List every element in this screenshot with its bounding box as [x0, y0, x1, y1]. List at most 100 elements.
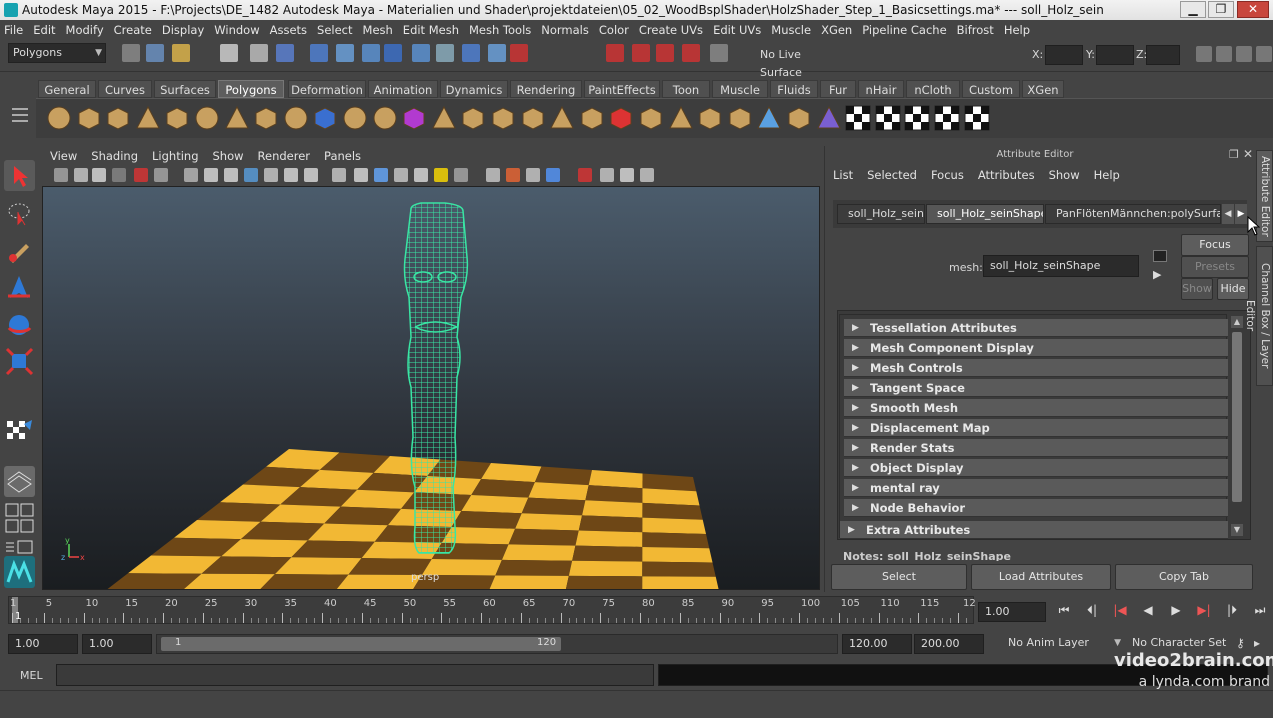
shelf-tab-general[interactable]: General — [38, 80, 96, 98]
mesh-name-field[interactable]: soll_Holz_seinShape — [983, 255, 1139, 277]
magnet-plane-icon[interactable] — [682, 44, 700, 62]
hide-button[interactable]: Hide — [1217, 278, 1249, 300]
section-node-behavior[interactable]: ▶ Node Behavior — [844, 499, 1228, 517]
viewport-tool-icon-26[interactable] — [600, 168, 614, 182]
step-forward-frame-button[interactable]: ▶| — [1194, 600, 1214, 620]
move-tool-icon[interactable] — [4, 272, 35, 303]
viewport-tool-icon-17[interactable] — [394, 168, 408, 182]
sphere-icon[interactable] — [46, 105, 72, 131]
smooth-icon[interactable] — [372, 105, 398, 131]
platonic-icon[interactable] — [401, 105, 427, 131]
section-tangent-space[interactable]: ▶ Tangent Space — [844, 379, 1228, 397]
viewport-tool-icon-25[interactable] — [578, 168, 592, 182]
soft-select-tool-icon[interactable] — [4, 466, 35, 497]
scale-tool-icon[interactable] — [4, 346, 35, 377]
sections-scrollbar[interactable]: ▲ ▼ — [1229, 316, 1245, 538]
shelf-tab-surfaces[interactable]: Surfaces — [154, 80, 216, 98]
history-icon[interactable] — [436, 44, 454, 62]
viewport-tool-icon-10[interactable] — [244, 168, 258, 182]
menu-mesh-tools[interactable]: Mesh Tools — [469, 23, 531, 37]
mel-label[interactable]: MEL — [20, 669, 43, 682]
ipr-icon[interactable] — [488, 44, 506, 62]
viewport-tool-icon-12[interactable] — [284, 168, 298, 182]
perspective-viewport[interactable]: y x z persp — [42, 186, 820, 590]
expand-arrow-icon[interactable]: ▶ — [852, 499, 859, 517]
shelf-tab-deformation[interactable]: Deformation — [288, 80, 366, 98]
paint-select-tool-icon[interactable] — [4, 236, 35, 267]
ae-menu-focus[interactable]: Focus — [931, 168, 964, 182]
shelf-tab-fur[interactable]: Fur — [820, 80, 856, 98]
step-forward-key-button[interactable]: |⏵ — [1222, 600, 1242, 620]
soccer-ball-icon[interactable] — [283, 105, 309, 131]
menu-bifrost[interactable]: Bifrost — [957, 23, 994, 37]
uv-checker-2-icon[interactable] — [875, 105, 901, 131]
viewport-menu-view[interactable]: View — [50, 149, 77, 163]
select-object-icon[interactable] — [250, 44, 268, 62]
combine-icon[interactable] — [312, 105, 338, 131]
viewport-tool-icon-7[interactable] — [184, 168, 198, 182]
step-back-key-button[interactable]: ⏴| — [1082, 600, 1102, 620]
magnet-icon[interactable] — [606, 44, 624, 62]
wedge-icon[interactable] — [697, 105, 723, 131]
viewport-tool-icon-8[interactable] — [204, 168, 218, 182]
panel-layout-icon-4[interactable] — [1256, 46, 1272, 62]
expand-arrow-icon[interactable]: ▶ — [852, 359, 859, 377]
uv-checker-3-icon[interactable] — [904, 105, 930, 131]
layout-outliner-icon[interactable] — [4, 540, 35, 554]
uv-checker-1-icon[interactable] — [845, 105, 871, 131]
live-icon[interactable] — [710, 44, 728, 62]
shelf-tab-rendering[interactable]: Rendering — [510, 80, 582, 98]
viewport-menu-lighting[interactable]: Lighting — [152, 149, 198, 163]
shelf-tab-painteffects[interactable]: PaintEffects — [584, 80, 660, 98]
close-button[interactable]: ✕ — [1237, 1, 1269, 18]
viewport-tool-icon-5[interactable] — [134, 168, 148, 182]
tab-shape-node[interactable]: soll_Holz_seinShape — [926, 204, 1044, 224]
viewport-tool-icon-16[interactable] — [374, 168, 388, 182]
float-panel-icon[interactable]: ❐ — [1229, 148, 1239, 161]
snap-curve-icon[interactable] — [336, 44, 354, 62]
scroll-down-icon[interactable]: ▼ — [1231, 524, 1243, 536]
prefs-icon[interactable]: ▸ — [1254, 636, 1260, 650]
select-tool-icon[interactable] — [4, 160, 35, 191]
section-mesh-component-display[interactable]: ▶ Mesh Component Display — [844, 339, 1228, 357]
select-button[interactable]: Select — [831, 564, 967, 590]
show-button[interactable]: Show — [1181, 278, 1213, 300]
select-output-icon[interactable]: ▶ — [1153, 268, 1167, 282]
menu-color[interactable]: Color — [599, 23, 629, 37]
rotate-tool-icon[interactable] — [4, 310, 35, 341]
render-icon[interactable] — [462, 44, 480, 62]
anim-layer-dropdown[interactable]: No Anim Layer ▼ — [1004, 634, 1124, 654]
viewport-tool-icon-28[interactable] — [640, 168, 654, 182]
viewport-tool-icon-27[interactable] — [620, 168, 634, 182]
shelf-tab-fluids[interactable]: Fluids — [770, 80, 818, 98]
menu-muscle[interactable]: Muscle — [771, 23, 811, 37]
viewport-tool-icon-15[interactable] — [354, 168, 368, 182]
playback-end-field[interactable]: 120.00 — [842, 634, 912, 654]
play-backwards-button[interactable]: ◀ — [1138, 600, 1158, 620]
shelf-tab-dynamics[interactable]: Dynamics — [440, 80, 508, 98]
viewport-tool-icon-2[interactable] — [74, 168, 88, 182]
menu-window[interactable]: Window — [214, 23, 259, 37]
time-slider[interactable]: 1510152025303540455055606570758085909510… — [0, 596, 1273, 628]
append-icon[interactable] — [490, 105, 516, 131]
tab-scroll-left-icon[interactable]: ◀ — [1222, 204, 1234, 224]
expand-arrow-icon[interactable]: ▶ — [852, 339, 859, 357]
viewport-tool-icon-19[interactable] — [434, 168, 448, 182]
shelf-tab-polygons[interactable]: Polygons — [218, 80, 284, 98]
tab-poly-surface-node[interactable]: PanFlötenMännchen:polySurfaceS — [1045, 204, 1221, 224]
menu-display[interactable]: Display — [162, 23, 204, 37]
menuset-dropdown[interactable]: Polygons ▼ — [8, 43, 106, 63]
copy-tab-button[interactable]: Copy Tab — [1115, 564, 1253, 590]
fill-hole-icon[interactable] — [520, 105, 546, 131]
expand-arrow-icon[interactable]: ▶ — [852, 479, 859, 497]
triangulate-icon[interactable] — [756, 105, 782, 131]
focus-button[interactable]: Focus — [1181, 234, 1249, 256]
current-frame-field[interactable]: 1.00 — [978, 602, 1046, 622]
bevel-icon[interactable] — [549, 105, 575, 131]
layout-quad-icon[interactable] — [4, 502, 35, 536]
viewport-tool-icon-13[interactable] — [304, 168, 318, 182]
save-scene-icon[interactable] — [172, 44, 190, 62]
magnet-curve-icon[interactable] — [632, 44, 650, 62]
cone-icon[interactable] — [135, 105, 161, 131]
viewport-menu-panels[interactable]: Panels — [324, 149, 361, 163]
